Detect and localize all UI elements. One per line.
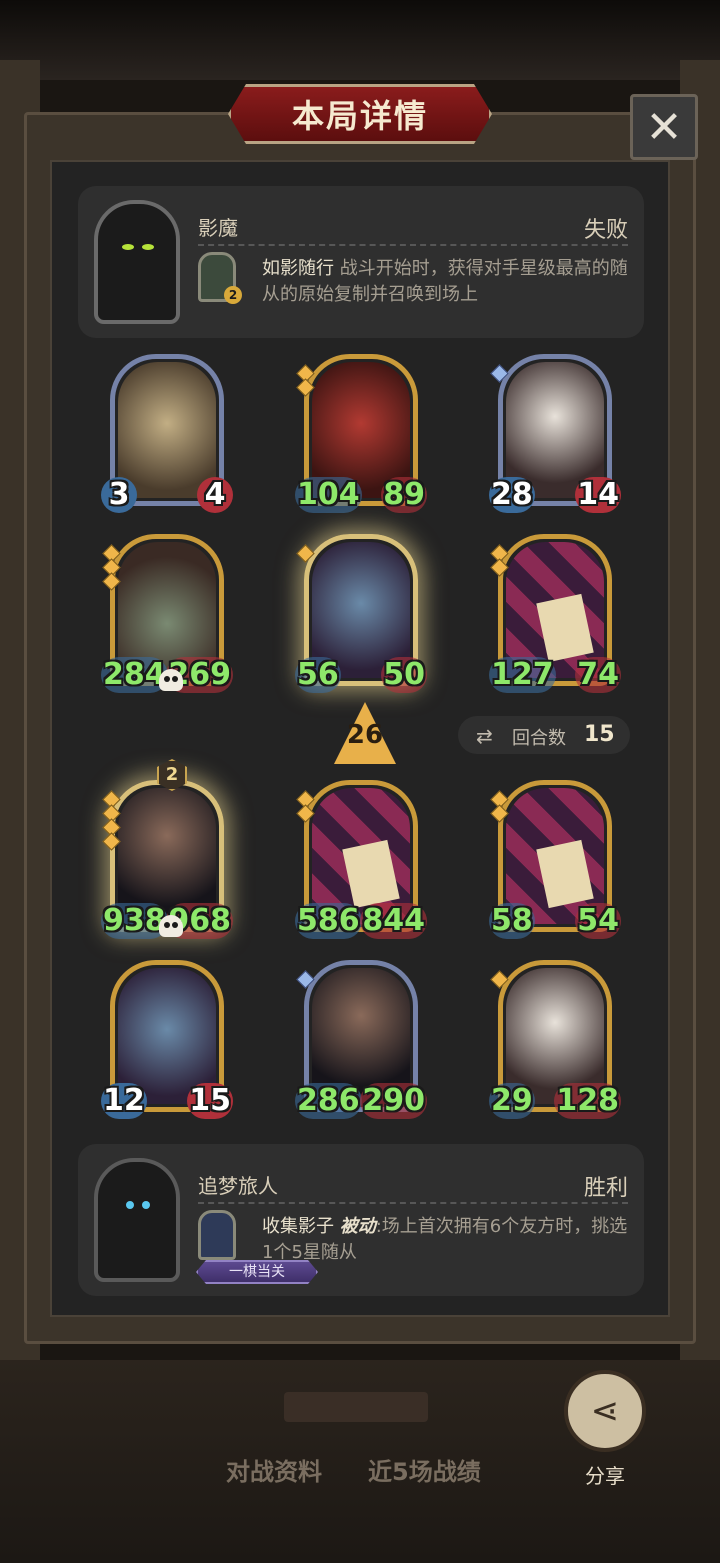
health-stat: 844 [360,903,427,939]
tier-value: 26 [346,720,384,750]
swap-icon: ⇄ [476,724,493,748]
player-panel: 追梦旅人 胜利 收集影子 被动:场上首次拥有6个友方时，挑选1个5星随从 一棋当… [78,1144,644,1296]
minion-card[interactable]: 29 128 [489,960,621,1119]
player-avatar [94,1158,180,1282]
dialog-title: 本局详情 [291,97,428,135]
tab-recent-matches[interactable]: 近5场战绩 [368,1452,481,1487]
skill-tag: 被动 [339,1216,376,1237]
rounds-value: 15 [584,722,615,747]
attack-stat: 28 [489,477,535,513]
title-badge: 一棋当关 [196,1260,318,1284]
opponent-avatar [94,200,180,324]
minion-card[interactable]: 56 50 [295,534,427,693]
hidden-button [284,1392,428,1422]
skull-icon [159,915,183,937]
attack-stat: 12 [101,1083,147,1119]
health-stat: 74 [575,657,621,693]
health-stat: 4 [197,477,233,513]
skill-name: 如影随行 [262,258,334,279]
minion-card[interactable]: 104 89 [295,354,427,513]
rounds-label: 回合数 [512,728,566,749]
health-stat: 290 [360,1083,427,1119]
share-button[interactable]: ⋖ [564,1370,646,1452]
attack-stat: 127 [489,657,556,693]
attack-stat: 586 [295,903,362,939]
minion-card[interactable]: 127 74 [489,534,621,693]
minion-card[interactable]: 58 54 [489,780,621,939]
hero-power-icon[interactable] [198,1210,236,1260]
minion-card[interactable]: 286 290 [295,960,427,1119]
minion-card[interactable]: 34 [101,354,233,513]
dialog-title-plate: 本局详情 [228,84,492,144]
attack-stat: 286 [295,1083,362,1119]
health-stat: 54 [575,903,621,939]
divider [198,1202,628,1204]
player-result: 胜利 [583,1176,628,1201]
minion-card[interactable]: 586 844 [295,780,427,939]
minion-card[interactable]: 28 14 [489,354,621,513]
attack-stat: 938 [101,903,168,939]
attack-stat: 56 [295,657,341,693]
skill-name: 收集影子 [262,1216,334,1237]
top-backdrop [0,0,720,80]
opponent-skill: 如影随行 战斗开始时，获得对手星级最高的随从的原始复制并召唤到场上 [262,256,632,308]
attack-stat: 29 [489,1083,535,1119]
share-label: 分享 [585,1464,625,1488]
health-stat: 128 [554,1083,621,1119]
share-icon: ⋖ [590,1391,620,1431]
opponent-result: 失败 [583,218,628,243]
minion-card[interactable]: 938 968 2 [101,759,233,939]
skull-icon [159,669,183,691]
close-button[interactable]: ✕ [630,94,698,160]
minion-card[interactable]: 12 15 [101,960,233,1119]
opponent-name: 影魔 [198,216,238,240]
player-name: 追梦旅人 [198,1174,278,1198]
minion-card[interactable]: 284 269 [101,534,233,693]
attack-stat: 104 [295,477,362,513]
health-stat: 89 [381,477,427,513]
attack-stat: 58 [489,903,535,939]
player-skill: 收集影子 被动:场上首次拥有6个友方时，挑选1个5星随从 [262,1214,632,1266]
minion-art [118,362,216,498]
attack-stat: 284 [101,657,168,693]
health-stat: 50 [381,657,427,693]
rounds-pill: ⇄ 回合数 15 [458,716,630,754]
opponent-panel: 影魔 失败 2 如影随行 战斗开始时，获得对手星级最高的随从的原始复制并召唤到场… [78,186,644,338]
hero-level-badge: 2 [224,286,242,304]
tab-battle-data[interactable]: 对战资料 [226,1452,322,1487]
health-stat: 14 [575,477,621,513]
attack-stat: 3 [101,477,137,513]
health-stat: 15 [187,1083,233,1119]
divider [198,244,628,246]
